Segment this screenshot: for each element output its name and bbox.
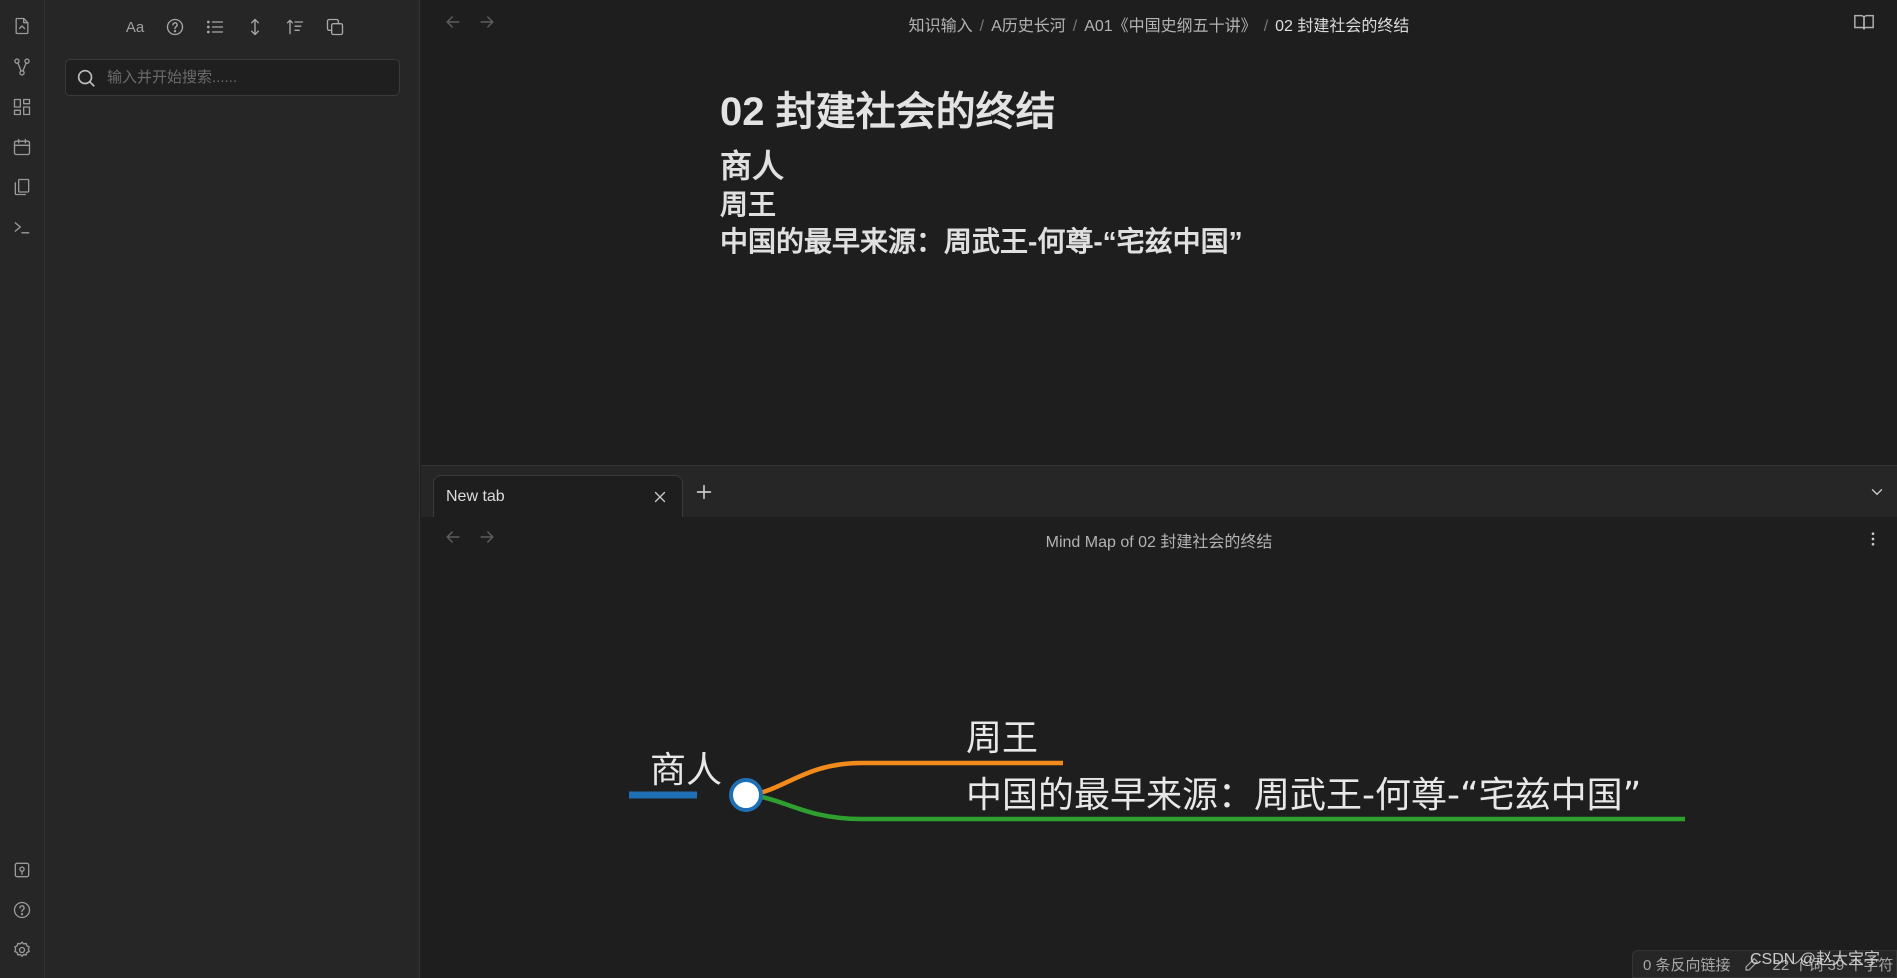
help-icon[interactable] <box>7 895 37 925</box>
collapse-results-icon[interactable] <box>200 12 230 42</box>
graph-view-icon[interactable] <box>7 52 37 82</box>
open-file-icon[interactable] <box>7 11 37 41</box>
mindmap-canvass: 商人 周王 中国的最早来源：周武王-何尊-“宅兹中国” <box>629 718 1685 822</box>
mindmap-child-1-label[interactable]: 周王 <box>966 718 1038 759</box>
page-title: 02 封建社会的终结 <box>720 90 1056 134</box>
search-icon <box>77 69 95 87</box>
breadcrumb-item[interactable]: A01《中国史纲五十讲》 <box>1084 18 1256 35</box>
daily-note-icon[interactable] <box>7 132 37 162</box>
tab-new-tab[interactable]: New tab <box>433 475 683 518</box>
settings-icon[interactable] <box>7 935 37 965</box>
mindmap-root-label[interactable]: 商人 <box>650 750 722 791</box>
mindmap-child-2-label[interactable]: 中国的最早来源：周武王-何尊-“宅兹中国” <box>966 775 1641 816</box>
vault-switch-icon[interactable] <box>7 855 37 885</box>
backlinks-count[interactable]: 0 条反向链接 <box>1643 954 1731 975</box>
chevron-down-icon[interactable] <box>1865 480 1889 504</box>
breadcrumb-current[interactable]: 02 封建社会的终结 <box>1275 18 1409 35</box>
add-tab-icon[interactable] <box>691 479 717 505</box>
breadcrumb: 知识输入 / A历史长河 / A01《中国史纲五十讲》/02 封建社会的终结 <box>908 18 1410 35</box>
show-more-context-icon[interactable] <box>240 12 270 42</box>
search-input[interactable] <box>107 69 399 86</box>
heading-zhongguo: 中国的最早来源：周武王-何尊-“宅兹中国” <box>720 226 1243 257</box>
copy-results-icon[interactable] <box>320 12 350 42</box>
breadcrumb-item[interactable]: 知识输入 <box>909 18 973 35</box>
sort-icon[interactable] <box>280 12 310 42</box>
search-toolbar: Aa <box>120 12 350 42</box>
close-icon[interactable] <box>648 485 672 509</box>
search-sidebar: Aa <box>45 0 420 978</box>
tab-label: New tab <box>446 488 505 505</box>
note-content: 02 封建社会的终结 商人 周王 中国的最早来源：周武王-何尊-“宅兹中国” <box>720 86 1243 260</box>
command-palette-icon[interactable] <box>7 212 37 242</box>
canvas-icon[interactable] <box>7 92 37 122</box>
csdn-watermark: CSDN @赵大宝字 <box>1749 951 1880 968</box>
mindmap-pane: Mind Map of 02 封建社会的终结 商人 周王 中国的最早来源：周武王… <box>421 517 1897 978</box>
left-ribbon <box>0 0 45 978</box>
heading-zhouwang: 周王 <box>720 189 777 220</box>
templates-icon[interactable] <box>7 172 37 202</box>
match-case-label: Aa <box>125 18 145 36</box>
match-case-icon[interactable]: Aa <box>120 12 150 42</box>
breadcrumb-item[interactable]: A历史长河 <box>991 18 1066 35</box>
search-box <box>65 59 400 96</box>
note-pane: 知识输入 / A历史长河 / A01《中国史纲五十讲》/02 封建社会的终结 02 封建… <box>421 0 1897 465</box>
tab-bar: New tab <box>421 465 1897 518</box>
mindmap-root-node[interactable] <box>729 778 763 812</box>
explain-query-icon[interactable] <box>160 12 190 42</box>
reading-view-icon[interactable] <box>1853 11 1875 38</box>
heading-shangren: 商人 <box>720 148 785 184</box>
